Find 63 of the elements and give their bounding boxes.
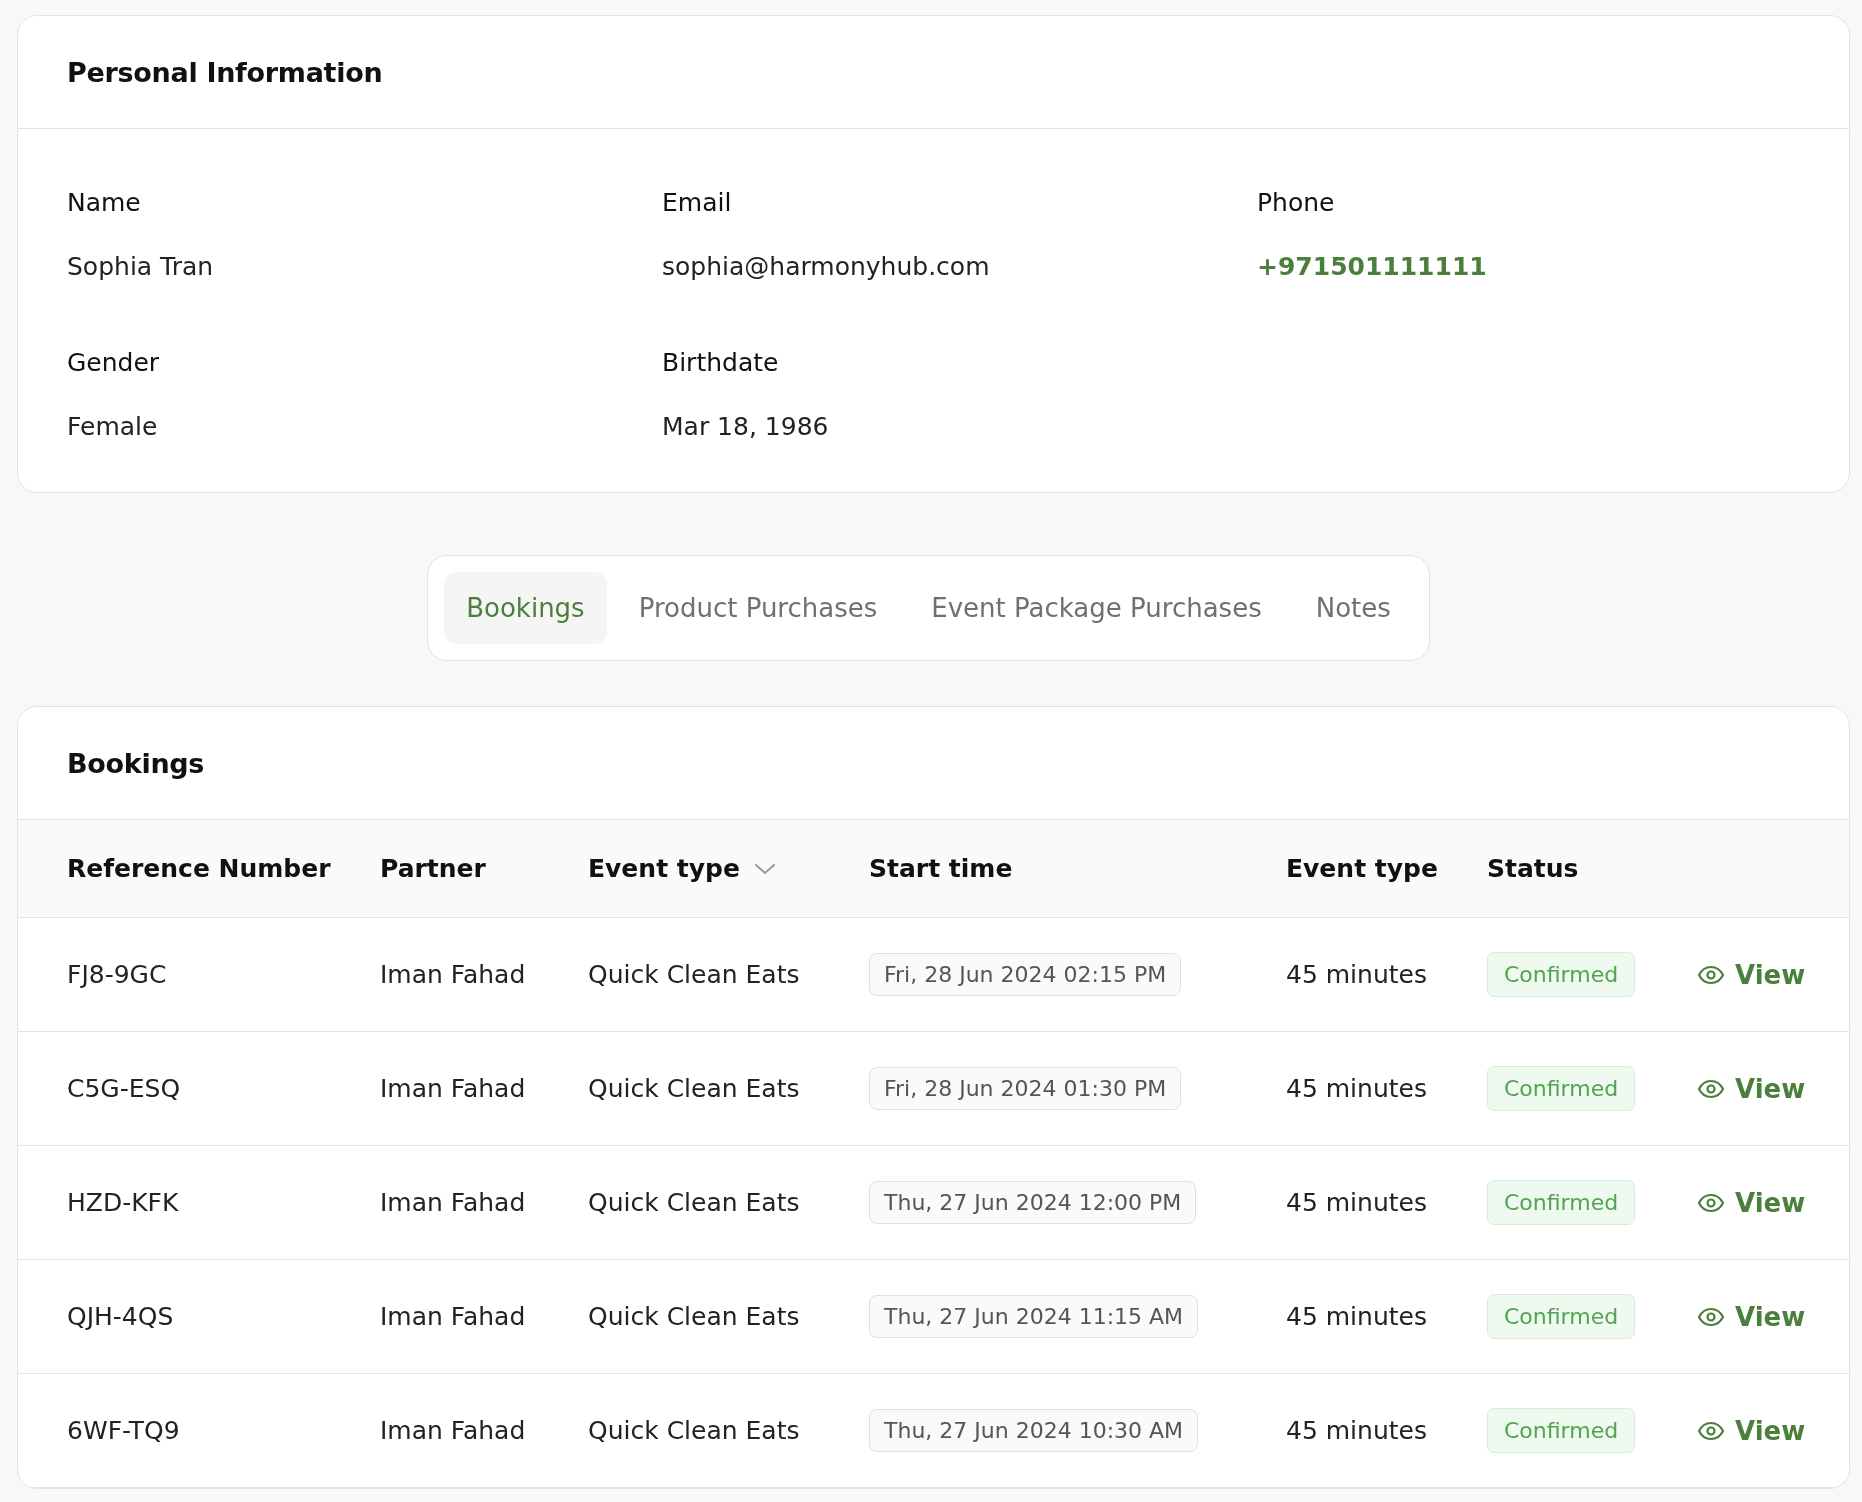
tab[interactable]: Event Package Purchases (909, 572, 1284, 644)
table-cell-text: Quick Clean Eats (588, 1188, 801, 1217)
field-label: Birthdate (662, 348, 780, 378)
start-time-chip: Thu, 27 Jun 2024 12:00 PM (869, 1181, 1197, 1224)
field-value: Sophia Tran (67, 252, 215, 282)
phone-link[interactable]: +971501111111 (1257, 252, 1800, 282)
column-header: Status (1487, 854, 1580, 883)
chevron-down-icon[interactable] (753, 861, 776, 876)
column-header: Partner (380, 854, 487, 883)
eye-icon (1697, 1078, 1725, 1099)
field-value: Female (67, 412, 159, 442)
view-link[interactable]: View (1697, 1073, 1806, 1104)
table-cell-text: QJH-4QS (67, 1302, 175, 1331)
table-cell-text: 6WF-TQ9 (67, 1416, 181, 1445)
table-cell-text: C5G-ESQ (67, 1074, 182, 1103)
table-cell-text: FJ8-9GC (67, 960, 168, 989)
start-time-chip: Thu, 27 Jun 2024 10:30 AM (869, 1409, 1199, 1452)
eye-icon (1697, 964, 1725, 985)
table-cell-text: 45 minutes (1286, 1188, 1428, 1217)
eye-icon (1697, 1420, 1725, 1441)
tab[interactable]: Notes (1293, 572, 1413, 644)
view-link[interactable]: View (1697, 959, 1806, 990)
table-cell-text: Iman Fahad (380, 960, 527, 989)
view-link[interactable]: View (1697, 1187, 1806, 1218)
table-cell-text: Iman Fahad (380, 1302, 527, 1331)
status-badge: Confirmed (1487, 952, 1636, 997)
status-badge: Confirmed (1487, 1066, 1636, 1111)
eye-icon (1697, 1192, 1725, 1213)
card-title: Personal Information (67, 56, 383, 88)
status-badge: Confirmed (1487, 1294, 1636, 1339)
view-link[interactable]: View (1697, 1415, 1806, 1446)
table-cell-text: 45 minutes (1286, 1416, 1428, 1445)
table-cell-text: 45 minutes (1286, 960, 1428, 989)
table-cell-text: HZD-KFK (67, 1188, 180, 1217)
table-cell-text: Quick Clean Eats (588, 1074, 801, 1103)
start-time-chip: Fri, 28 Jun 2024 02:15 PM (869, 953, 1182, 996)
table-cell-text: Quick Clean Eats (588, 1416, 801, 1445)
tab[interactable]: Bookings (444, 572, 607, 644)
card-title: Bookings (67, 747, 205, 779)
field-label: Phone (1257, 188, 1336, 218)
table-cell-text: Quick Clean Eats (588, 1302, 801, 1331)
column-header: Start time (869, 854, 1014, 883)
table-cell-text: Quick Clean Eats (588, 960, 801, 989)
table-cell-text: Iman Fahad (380, 1074, 527, 1103)
eye-icon (1697, 1306, 1725, 1327)
table-cell-text: Iman Fahad (380, 1416, 527, 1445)
status-badge: Confirmed (1487, 1180, 1636, 1225)
table-cell-text: 45 minutes (1286, 1074, 1428, 1103)
table-cell-text: Iman Fahad (380, 1188, 527, 1217)
tab[interactable]: Product Purchases (616, 572, 900, 644)
field-label: Gender (67, 348, 161, 378)
field-label: Name (67, 188, 142, 218)
start-time-chip: Thu, 27 Jun 2024 11:15 AM (869, 1295, 1199, 1338)
view-link[interactable]: View (1697, 1301, 1806, 1332)
field-value: sophia@harmonyhub.com (662, 252, 991, 282)
status-badge: Confirmed (1487, 1408, 1636, 1453)
column-header: Reference Number (67, 854, 332, 883)
column-header: Event type (1286, 854, 1439, 883)
table-cell-text: 45 minutes (1286, 1302, 1428, 1331)
field-value: Mar 18, 1986 (662, 412, 830, 442)
column-header[interactable]: Event type (588, 854, 740, 883)
start-time-chip: Fri, 28 Jun 2024 01:30 PM (869, 1067, 1182, 1110)
field-label: Email (662, 188, 733, 218)
